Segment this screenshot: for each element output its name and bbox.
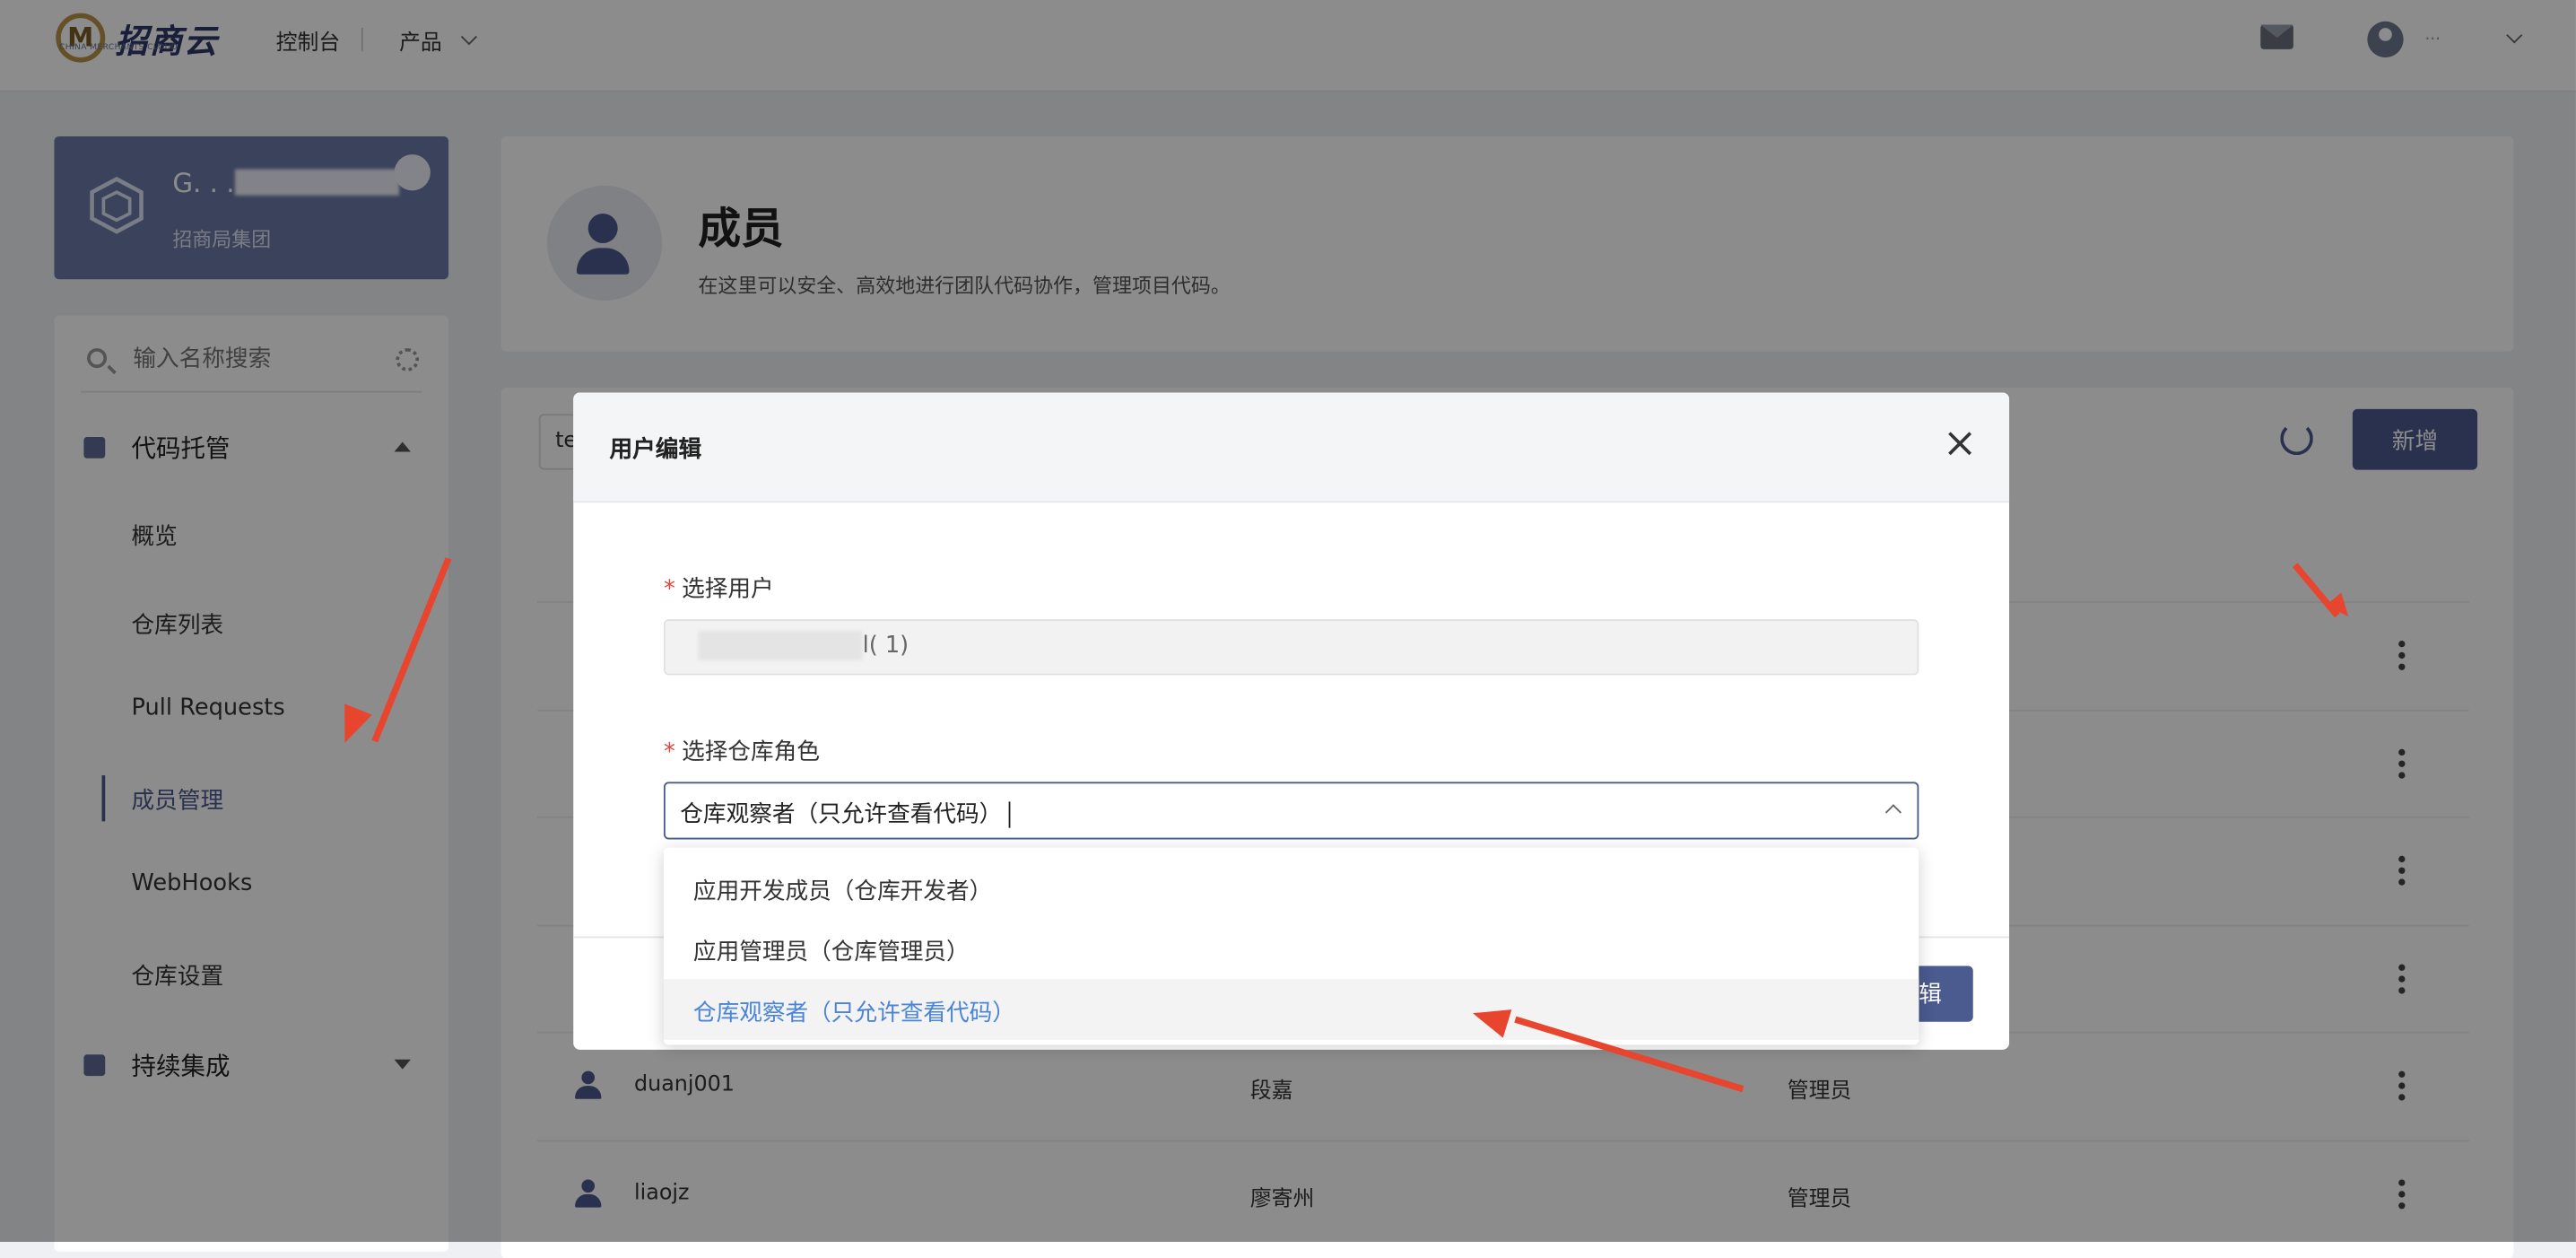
dialog-title: 用户编辑 bbox=[609, 436, 702, 464]
option-developer[interactable]: 应用开发成员（仓库开发者） bbox=[664, 858, 1919, 919]
required-mark: * bbox=[663, 738, 675, 766]
required-mark: * bbox=[663, 576, 675, 603]
select-role-label: * 选择仓库角色 bbox=[664, 734, 820, 767]
close-icon[interactable] bbox=[1944, 429, 1977, 462]
select-user-label: * 选择用户 bbox=[664, 572, 774, 605]
select-role-label-text: 选择仓库角色 bbox=[682, 738, 820, 766]
role-dropdown: 应用开发成员（仓库开发者） 应用管理员（仓库管理员） 仓库观察者（只允许查看代码… bbox=[663, 847, 1919, 1045]
select-user-value: l( 1) bbox=[862, 632, 909, 660]
role-select-value: 仓库观察者（只允许查看代码） bbox=[680, 797, 1011, 830]
select-user-label-text: 选择用户 bbox=[682, 576, 774, 603]
chevron-up-icon[interactable] bbox=[1884, 804, 1902, 821]
select-user-field: l( 1) bbox=[663, 619, 1919, 676]
redaction-blur bbox=[698, 630, 863, 660]
role-select[interactable]: 仓库观察者（只允许查看代码） bbox=[663, 782, 1919, 840]
option-admin[interactable]: 应用管理员（仓库管理员） bbox=[664, 918, 1919, 979]
option-observer[interactable]: 仓库观察者（只允许查看代码） bbox=[663, 979, 1919, 1040]
dialog-header: 用户编辑 bbox=[573, 392, 2010, 503]
